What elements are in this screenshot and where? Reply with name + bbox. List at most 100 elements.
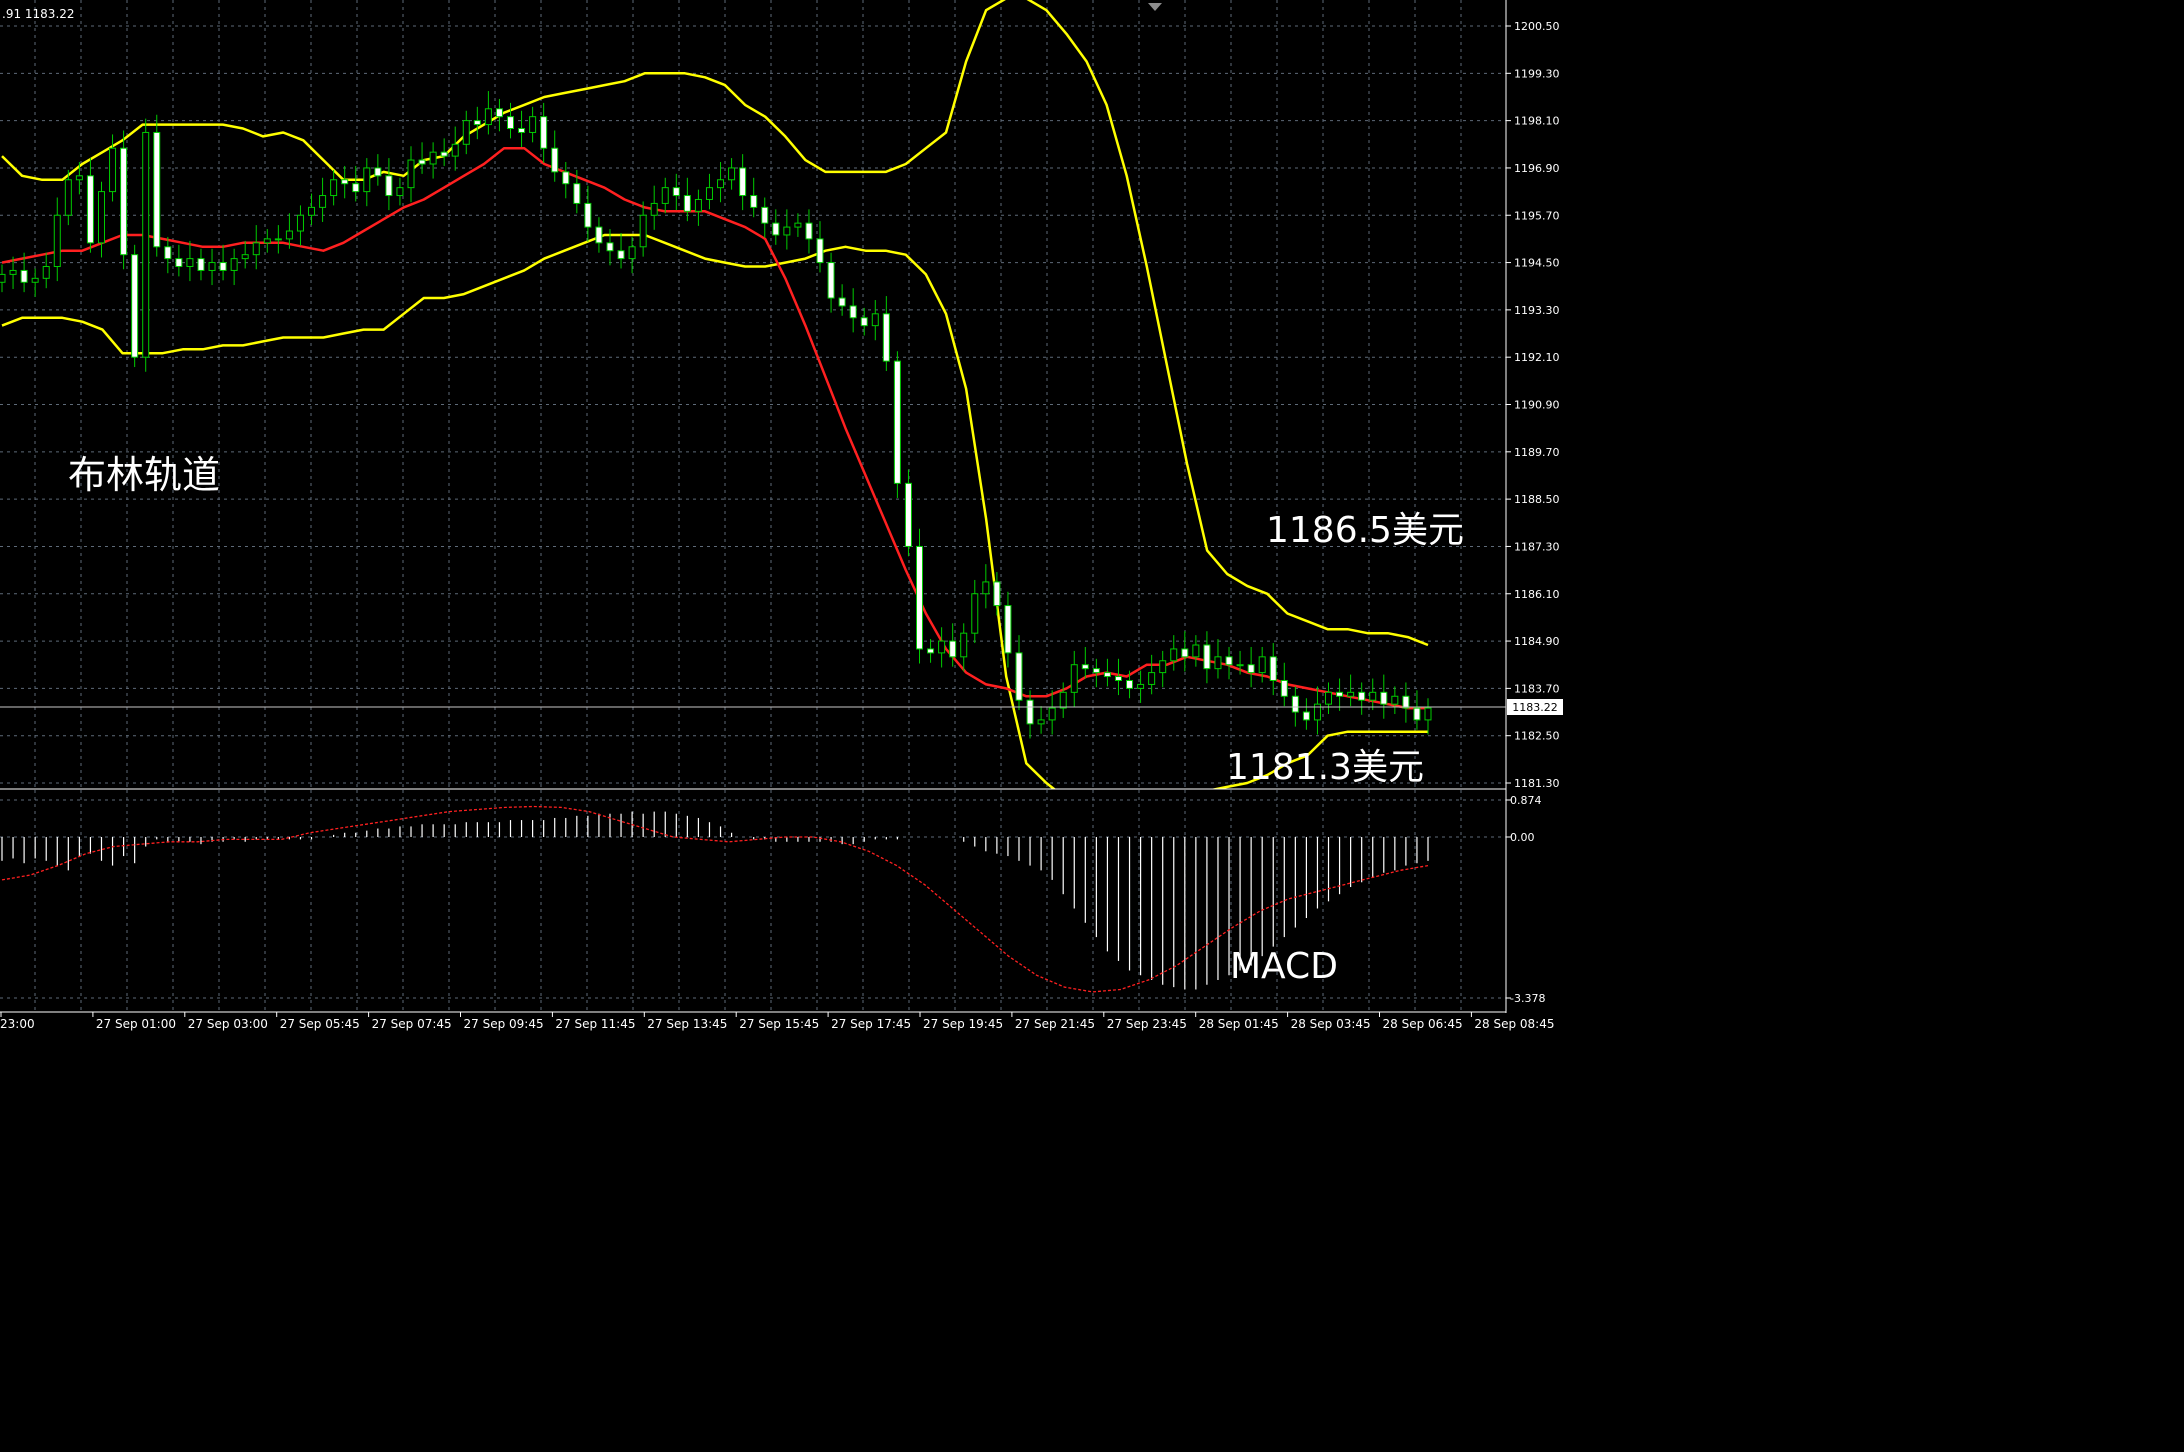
candle-bullish: [982, 581, 990, 595]
candle-bearish: [860, 317, 868, 327]
candle-bullish: [407, 159, 415, 189]
candle-bullish: [728, 167, 736, 181]
price-tick-label: 1186.10: [1514, 588, 1560, 601]
candle-bearish: [1081, 664, 1089, 670]
price-tick-label: 1182.50: [1514, 730, 1560, 743]
candle-bearish: [1026, 699, 1034, 725]
candle-bullish: [484, 108, 492, 126]
upper-price-annotation: 1186.5美元: [1266, 510, 1464, 551]
candle-bullish: [1258, 656, 1266, 674]
candle-bearish: [131, 254, 139, 358]
candle-bullish: [1170, 648, 1178, 662]
candle-bearish: [893, 360, 901, 484]
candle-bullish: [871, 313, 879, 327]
candle-bearish: [1269, 656, 1277, 681]
time-tick-label: 27 Sep 03:00: [188, 1017, 268, 1031]
candle-bearish: [617, 250, 625, 260]
candle-bearish: [1413, 707, 1421, 721]
candle-bullish: [661, 187, 669, 204]
candle-bearish: [1103, 672, 1111, 678]
candle-bearish: [197, 258, 205, 271]
candle-bearish: [595, 226, 603, 244]
candle-bearish: [418, 159, 426, 165]
candle-bullish: [1059, 691, 1067, 709]
candle-bearish: [882, 313, 890, 362]
candle-bullish: [1037, 719, 1045, 725]
candle-bullish: [971, 593, 979, 634]
candle-bearish: [805, 222, 813, 240]
candle-bullish: [53, 214, 61, 268]
price-tick-label: 1192.10: [1514, 351, 1560, 364]
candle-bearish: [849, 305, 857, 319]
candle-bullish: [1159, 660, 1167, 674]
candle-bearish: [1015, 652, 1023, 701]
price-tick-label: 1199.30: [1514, 67, 1560, 80]
candle-bullish: [1214, 656, 1222, 670]
candle-bullish: [263, 238, 271, 244]
time-tick-label: 27 Sep 09:45: [464, 1017, 544, 1031]
price-tick-label: 1194.50: [1514, 257, 1560, 270]
candle-bullish: [1137, 683, 1145, 689]
candle-bullish: [230, 258, 238, 271]
candle-bearish: [1291, 695, 1299, 713]
current-price-label: 1183.22: [1512, 701, 1558, 714]
candle-bearish: [20, 269, 28, 283]
candle-bearish: [518, 128, 526, 133]
candle-bullish: [462, 120, 470, 145]
candle-bearish: [683, 195, 691, 212]
price-tick-label: 1184.90: [1514, 635, 1560, 648]
price-tick-label: 1181.30: [1514, 777, 1560, 790]
price-tick-label: 1188.50: [1514, 493, 1560, 506]
candle-bearish: [993, 581, 1001, 607]
price-tick-label: 1196.90: [1514, 162, 1560, 175]
macd-label: MACD: [1230, 946, 1338, 987]
candle-bearish: [827, 262, 835, 299]
candle-bearish: [927, 648, 935, 654]
candle-bearish: [540, 116, 548, 149]
candle-bearish: [1225, 656, 1233, 666]
candle-bullish: [650, 202, 658, 216]
candle-bullish: [363, 167, 371, 193]
candle-bearish: [374, 167, 382, 177]
candle-bullish: [396, 187, 404, 197]
time-tick-label: 28 Sep 01:45: [1199, 1017, 1279, 1031]
candle-bullish: [64, 179, 72, 216]
candle-bullish: [308, 206, 316, 216]
time-tick-label: 27 Sep 19:45: [923, 1017, 1003, 1031]
time-tick-label: 28 Sep 08:45: [1474, 1017, 1554, 1031]
candle-bearish: [86, 175, 94, 244]
candle-bearish: [904, 482, 912, 547]
trading-chart[interactable]: .91 1183.22 布林轨道 1186.5美元 1181.3美元 MACD …: [0, 0, 1566, 1041]
candle-bearish: [175, 258, 183, 268]
candle-bearish: [473, 120, 481, 126]
candle-bullish: [1325, 691, 1333, 705]
candle-bearish: [495, 108, 503, 118]
candle-bullish: [1192, 644, 1200, 658]
time-tick-label: 27 Sep 17:45: [831, 1017, 911, 1031]
candle-bullish: [0, 273, 6, 283]
macd-tick-label: 0.874: [1510, 794, 1542, 807]
candle-bullish: [1148, 672, 1156, 685]
candle-bearish: [1336, 691, 1344, 697]
chart-canvas[interactable]: .91 1183.22 布林轨道 1186.5美元 1181.3美元 MACD …: [0, 0, 1566, 1041]
candle-bullish: [628, 246, 636, 260]
candle-bearish: [1114, 676, 1122, 681]
candle-bearish: [573, 183, 581, 204]
candle-bullish: [31, 277, 39, 283]
time-tick-label: 27 Sep 11:45: [555, 1017, 635, 1031]
price-tick-label: 1198.10: [1514, 115, 1560, 128]
candle-bullish: [783, 226, 791, 236]
candle-bearish: [1380, 691, 1388, 705]
candle-bearish: [120, 147, 128, 256]
candle-bullish: [1347, 691, 1355, 697]
candle-bullish: [938, 640, 946, 654]
price-tick-label: 1183.70: [1514, 682, 1560, 695]
candle-bearish: [816, 238, 824, 264]
candle-bullish: [252, 242, 260, 256]
candle-bullish: [529, 116, 537, 133]
time-tick-label: 27 Sep 15:45: [739, 1017, 819, 1031]
price-tick-label: 1189.70: [1514, 446, 1560, 459]
candle-bearish: [1302, 711, 1310, 721]
candle-bullish: [319, 195, 327, 208]
price-tick-label: 1193.30: [1514, 304, 1560, 317]
